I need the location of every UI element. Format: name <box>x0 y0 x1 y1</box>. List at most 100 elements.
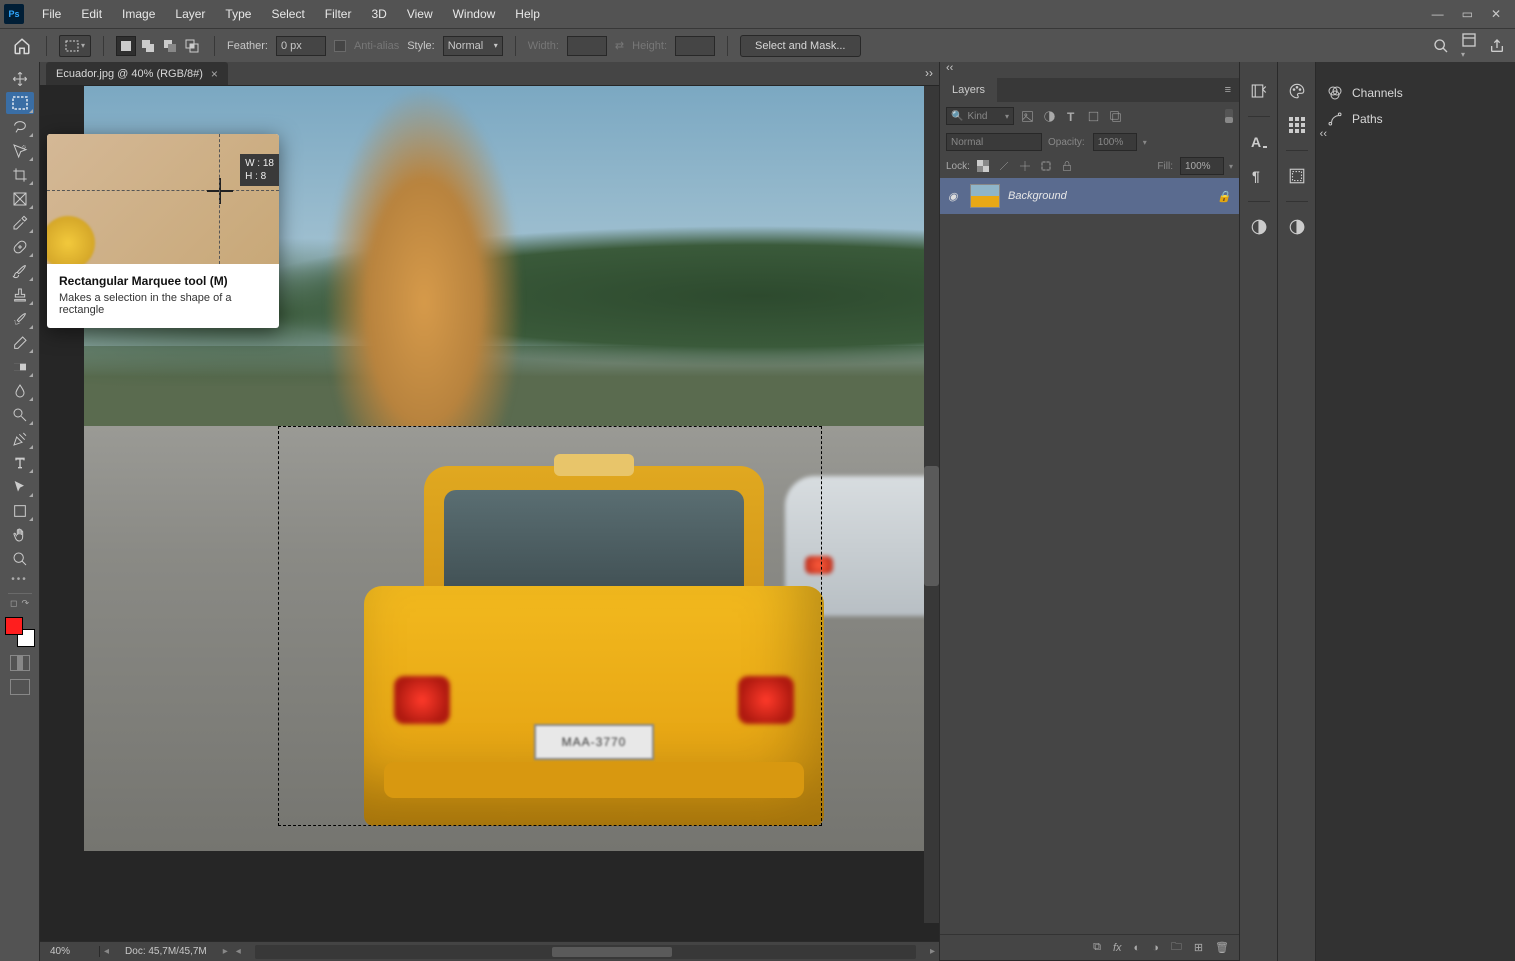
shape-tool[interactable] <box>6 500 34 522</box>
link-layers-icon[interactable]: ⧉ <box>1093 941 1101 954</box>
filter-adjust-icon[interactable] <box>1040 107 1058 125</box>
blend-mode-select[interactable]: Normal <box>946 133 1042 151</box>
document-size[interactable]: Doc: 45,7M/45,7M <box>113 946 219 957</box>
menu-filter[interactable]: Filter <box>315 0 362 28</box>
lock-transparent-icon[interactable] <box>975 158 991 174</box>
history-panel-icon[interactable] <box>1248 80 1270 102</box>
gradient-tool[interactable] <box>6 356 34 378</box>
lock-paint-icon[interactable] <box>996 158 1012 174</box>
new-layer-icon[interactable]: ⊞ <box>1194 941 1203 954</box>
select-and-mask-button[interactable]: Select and Mask... <box>740 35 861 57</box>
panel-menu-icon[interactable]: ≡ <box>1217 78 1239 102</box>
maximize-button[interactable]: ▭ <box>1462 7 1473 21</box>
lasso-tool[interactable] <box>6 116 34 138</box>
healing-tool[interactable] <box>6 236 34 258</box>
search-icon[interactable] <box>1433 38 1449 54</box>
path-select-tool[interactable] <box>6 476 34 498</box>
filter-smart-icon[interactable] <box>1106 107 1124 125</box>
layer-name[interactable]: Background <box>1008 190 1067 202</box>
swatches-panel-icon[interactable] <box>1286 114 1308 136</box>
menu-file[interactable]: File <box>32 0 71 28</box>
mask-icon[interactable]: ◐ <box>1134 942 1141 954</box>
layer-row-background[interactable]: ◉ Background 🔒 <box>940 178 1239 214</box>
crop-tool[interactable] <box>6 164 34 186</box>
filter-toggle[interactable] <box>1225 109 1233 123</box>
brush-tool[interactable] <box>6 260 34 282</box>
palette-panel-icon[interactable] <box>1286 80 1308 102</box>
type-tool[interactable] <box>6 452 34 474</box>
layer-thumbnail[interactable] <box>970 184 1000 208</box>
blur-tool[interactable] <box>6 380 34 402</box>
foreground-color[interactable] <box>5 617 23 635</box>
menu-help[interactable]: Help <box>505 0 550 28</box>
group-icon[interactable]: 🗀 <box>1171 938 1182 957</box>
move-tool[interactable] <box>6 68 34 90</box>
close-tab-icon[interactable]: × <box>211 67 218 81</box>
layers-list[interactable] <box>940 214 1239 934</box>
fx-icon[interactable]: fx <box>1113 942 1122 954</box>
intersect-selection-icon[interactable] <box>182 36 202 56</box>
styles-panel-icon[interactable] <box>1286 165 1308 187</box>
add-selection-icon[interactable] <box>138 36 158 56</box>
delete-layer-icon[interactable]: 🗑 <box>1215 941 1229 954</box>
new-selection-icon[interactable] <box>116 36 136 56</box>
character-panel-icon[interactable]: A <box>1248 131 1270 153</box>
visibility-icon[interactable]: ◉ <box>948 190 962 203</box>
minimize-button[interactable]: — <box>1432 7 1444 21</box>
opacity-input[interactable]: 100% <box>1093 133 1137 151</box>
horizontal-scrollbar[interactable] <box>255 945 916 959</box>
document-tab[interactable]: Ecuador.jpg @ 40% (RGB/8#) × <box>46 62 228 85</box>
filter-shape-icon[interactable] <box>1084 107 1102 125</box>
edit-toolbar[interactable]: ••• <box>11 574 28 585</box>
menu-window[interactable]: Window <box>443 0 506 28</box>
collapse-icon[interactable]: ‹‹ <box>1320 128 1327 140</box>
zoom-tool[interactable] <box>6 548 34 570</box>
subtract-selection-icon[interactable] <box>160 36 180 56</box>
canvas[interactable]: MAA-3770 W : 18 H : 8 Rectangular Ma <box>40 86 939 941</box>
menu-image[interactable]: Image <box>112 0 165 28</box>
dodge-tool[interactable] <box>6 404 34 426</box>
channels-panel-button[interactable]: Channels <box>1316 80 1515 106</box>
menu-view[interactable]: View <box>397 0 443 28</box>
paragraph-panel-icon[interactable]: ¶ <box>1248 165 1270 187</box>
layers-tab[interactable]: Layers <box>940 78 997 102</box>
menu-edit[interactable]: Edit <box>71 0 112 28</box>
lock-artboard-icon[interactable] <box>1038 158 1054 174</box>
adjustments-panel-icon[interactable] <box>1286 216 1308 238</box>
fill-input[interactable]: 100% <box>1180 157 1224 175</box>
menu-3d[interactable]: 3D <box>361 0 396 28</box>
color-panel-icon[interactable] <box>1248 216 1270 238</box>
current-tool-icon[interactable]: ▾ <box>59 35 91 57</box>
collapse-icon[interactable]: ‹‹ <box>940 62 1239 78</box>
home-button[interactable] <box>10 34 34 58</box>
vertical-scrollbar[interactable] <box>924 86 939 923</box>
hand-tool[interactable] <box>6 524 34 546</box>
filter-pixel-icon[interactable] <box>1018 107 1036 125</box>
quick-mask-button[interactable] <box>10 655 30 671</box>
style-select[interactable]: Normal▾ <box>443 36 503 56</box>
history-brush-tool[interactable] <box>6 308 34 330</box>
feather-input[interactable] <box>276 36 326 56</box>
marquee-tool[interactable] <box>6 92 34 114</box>
paths-panel-button[interactable]: Paths <box>1316 106 1515 132</box>
menu-select[interactable]: Select <box>261 0 314 28</box>
collapse-panels-icon[interactable]: ›› <box>925 66 933 80</box>
share-icon[interactable] <box>1489 38 1505 54</box>
pen-tool[interactable] <box>6 428 34 450</box>
quick-select-tool[interactable] <box>6 140 34 162</box>
workspace-icon[interactable]: ▾ <box>1461 32 1477 60</box>
lock-all-icon[interactable] <box>1059 158 1075 174</box>
menu-type[interactable]: Type <box>215 0 261 28</box>
filter-type-icon[interactable]: T <box>1062 107 1080 125</box>
stamp-tool[interactable] <box>6 284 34 306</box>
color-swatches[interactable] <box>5 617 35 647</box>
eyedropper-tool[interactable] <box>6 212 34 234</box>
close-button[interactable]: ✕ <box>1491 7 1501 21</box>
zoom-level[interactable]: 40% <box>40 946 100 957</box>
screen-mode-button[interactable] <box>10 679 30 695</box>
frame-tool[interactable] <box>6 188 34 210</box>
eraser-tool[interactable] <box>6 332 34 354</box>
adjustment-icon[interactable]: ◑ <box>1152 942 1159 954</box>
filter-kind-select[interactable]: 🔍 Kind▾ <box>946 107 1014 125</box>
menu-layer[interactable]: Layer <box>165 0 215 28</box>
